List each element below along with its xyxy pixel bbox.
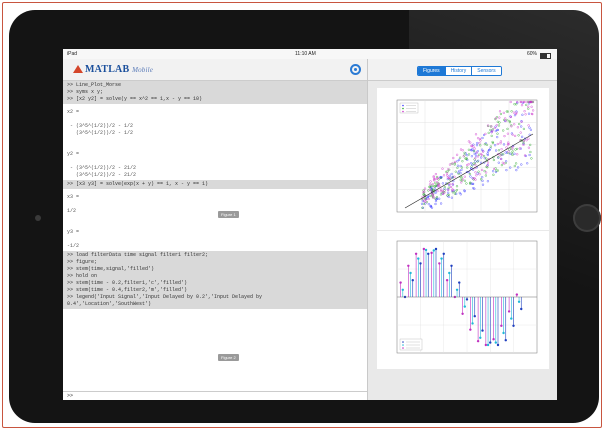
stem-marker [448, 271, 451, 275]
stem-marker [399, 281, 402, 284]
tab-history[interactable]: History [444, 67, 472, 75]
matlab-logo-icon [73, 65, 83, 73]
stem-marker [517, 300, 521, 303]
output-block: x2 = - (3^5^(1/2))/2 - 1/2 (3^5^(1/2))/2… [63, 108, 367, 180]
stem-marker [481, 329, 484, 332]
command-window[interactable]: >> Line_Plot_Morse >> syms x y; >> [x2 y… [63, 81, 367, 391]
status-bar: iPad 11:10 AM 60% [63, 49, 557, 59]
stem-marker [419, 262, 422, 265]
stem-marker [515, 293, 519, 296]
stem-marker [427, 252, 430, 255]
legend-marker [402, 104, 404, 107]
legend-marker [402, 347, 404, 349]
stem-plot [396, 240, 538, 354]
stem-marker [414, 252, 418, 255]
stem-marker [484, 343, 488, 347]
command-input[interactable]: >> [63, 391, 367, 400]
stem-marker [438, 262, 441, 265]
stem-marker [455, 288, 459, 291]
stem-marker [422, 247, 426, 251]
tab-sensors[interactable]: Sensors [471, 67, 501, 75]
stem-marker [520, 307, 523, 311]
stem-marker [411, 279, 414, 282]
stem-marker [507, 310, 511, 313]
stem-marker [489, 341, 492, 344]
figure-2[interactable] [377, 231, 549, 369]
legend-marker [402, 344, 404, 346]
home-button[interactable] [573, 204, 601, 232]
figure-1-label[interactable]: Figure 1 [218, 211, 239, 218]
stem-marker [512, 324, 515, 327]
stem-marker [463, 305, 466, 308]
stem-marker [486, 343, 490, 347]
legend-marker [402, 341, 404, 343]
stem-marker [476, 339, 480, 343]
stem-marker [409, 271, 412, 275]
figure-1[interactable] [377, 88, 549, 230]
stem-marker [450, 264, 453, 267]
command-block: >> [x3 y3] = solve(exp(x + y) == 1, x - … [63, 180, 367, 189]
battery-label: 60% [527, 51, 538, 57]
stem-marker [465, 298, 469, 301]
stem-marker [440, 257, 443, 260]
stem-marker [401, 288, 404, 291]
legend-marker [402, 110, 404, 113]
carrier-label: iPad [67, 51, 78, 57]
scatter-plot [396, 99, 538, 213]
gear-icon[interactable] [350, 64, 361, 75]
stem-marker [494, 341, 497, 344]
stem-marker [469, 328, 472, 331]
stem-marker [504, 339, 507, 342]
tab-figures[interactable]: Figures [418, 67, 445, 75]
stem-marker [479, 336, 482, 339]
stem-marker [492, 338, 495, 341]
stem-marker [442, 252, 445, 255]
clock-label: 11:10 AM [295, 51, 316, 57]
figures-header: Figures History Sensors [368, 59, 557, 81]
legend-marker [402, 107, 404, 110]
stem-marker [496, 343, 500, 347]
stem-marker [461, 312, 464, 315]
stem-marker [458, 281, 461, 284]
stem-marker [430, 251, 433, 255]
stem-marker [510, 317, 513, 320]
stem-marker [500, 324, 503, 327]
output-block: x3 = 1/2 y3 = -1/2 [63, 193, 367, 251]
command-block: >> load filterData time signal filter1 f… [63, 251, 367, 309]
stem-marker [407, 264, 410, 267]
ipad-screen: iPad 11:10 AM 60% MATLAB Mobile Figures … [63, 49, 557, 400]
stem-marker [445, 279, 449, 282]
stem-marker [434, 247, 438, 251]
stem-marker [471, 322, 474, 325]
stem-marker [473, 315, 476, 318]
command-block: >> Line_Plot_Morse >> syms x y; >> [x2 y… [63, 81, 367, 104]
camera-icon [35, 215, 41, 221]
stem-marker [424, 248, 428, 252]
stem-marker [432, 249, 435, 252]
view-segmented-control: Figures History Sensors [417, 66, 502, 76]
figures-panel [368, 81, 557, 400]
app-logo: MATLAB Mobile [85, 64, 154, 75]
stem-marker [417, 257, 420, 260]
figure-2-label[interactable]: Figure 2 [218, 354, 239, 361]
stem-marker [502, 331, 505, 335]
matlab-header: MATLAB Mobile [63, 59, 367, 81]
